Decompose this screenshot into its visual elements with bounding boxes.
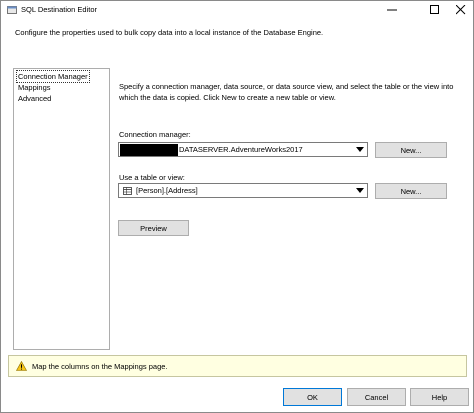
message-bar: Map the columns on the Mappings page. [8,355,467,377]
connection-manager-label: Connection manager: [119,130,191,139]
close-icon [456,5,466,15]
warning-icon [16,361,27,371]
connection-manager-value: DATASERVER.AdventureWorks2017 [179,145,303,154]
nav-item-advanced[interactable]: Advanced [17,93,52,104]
chevron-down-icon [355,186,365,195]
table-view-label: Use a table or view: [119,173,185,182]
table-icon [123,187,132,195]
app-icon [7,6,17,14]
instructions-text: Specify a connection manager, data sourc… [119,82,454,102]
new-connection-button[interactable]: New... [375,142,447,158]
redacted-block [120,144,178,156]
message-text: Map the columns on the Mappings page. [32,362,168,371]
table-view-select[interactable]: [Person].[Address] [118,183,368,198]
chevron-down-icon [355,145,365,154]
preview-button[interactable]: Preview [118,220,189,236]
maximize-icon [430,5,439,14]
ok-button[interactable]: OK [283,388,342,406]
cancel-button[interactable]: Cancel [347,388,406,406]
nav-item-connection-manager[interactable]: Connection Manager [16,70,90,83]
close-button[interactable] [447,1,474,19]
dialog-window: SQL Destination Editor Configure the pro… [0,0,474,413]
window-title: SQL Destination Editor [21,5,98,14]
minimize-icon [387,9,397,11]
maximize-button[interactable] [421,1,449,19]
table-view-value: [Person].[Address] [136,186,198,195]
dialog-description: Configure the properties used to bulk co… [15,28,324,37]
help-button[interactable]: Help [410,388,469,406]
title-bar[interactable]: SQL Destination Editor [1,1,473,19]
page-nav-list: Connection Manager Mappings Advanced [13,68,110,350]
new-table-button[interactable]: New... [375,183,447,199]
nav-item-mappings[interactable]: Mappings [17,82,52,93]
minimize-button[interactable] [378,1,406,19]
connection-manager-select[interactable]: DATASERVER.AdventureWorks2017 [118,142,368,157]
